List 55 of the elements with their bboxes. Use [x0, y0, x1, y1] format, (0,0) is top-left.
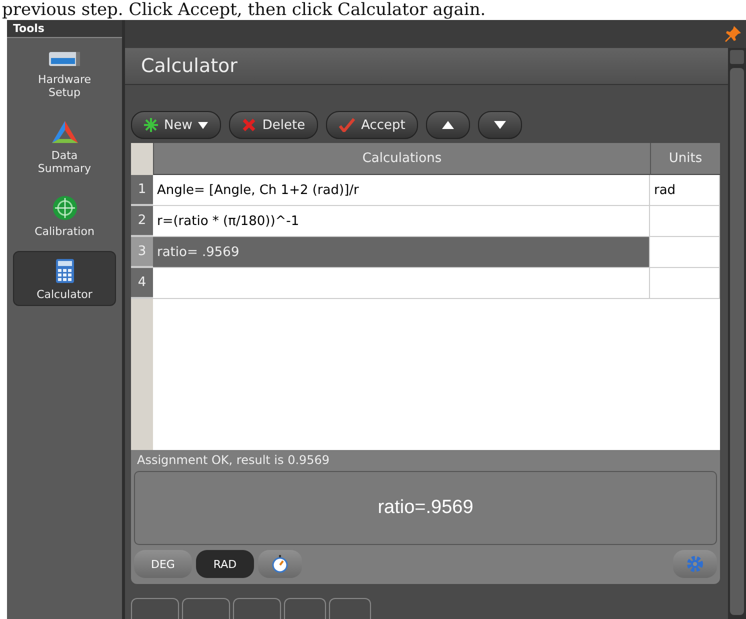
calculator-icon: [54, 258, 74, 284]
crosshair-icon: [52, 195, 78, 221]
units-cell[interactable]: rad: [650, 175, 720, 206]
panel-title: Calculator: [125, 48, 728, 85]
device-icon: [48, 49, 82, 69]
checkmark-icon: [339, 118, 356, 132]
row-number[interactable]: 2: [131, 206, 153, 237]
calculation-cell[interactable]: ratio= .9569: [153, 237, 650, 268]
asterisk-icon: [144, 118, 158, 132]
sidebar-title: Tools: [7, 20, 122, 38]
stopwatch-button[interactable]: [258, 550, 302, 578]
calculation-cell[interactable]: [153, 268, 650, 299]
units-cell[interactable]: [650, 206, 720, 237]
tab[interactable]: [233, 598, 281, 619]
tab[interactable]: [329, 598, 371, 619]
cross-icon: [242, 118, 256, 132]
move-up-button[interactable]: [426, 111, 470, 139]
tab[interactable]: [131, 598, 179, 619]
delete-button[interactable]: Delete: [229, 111, 318, 139]
header-corner: [131, 143, 153, 175]
settings-icon: [686, 555, 704, 573]
caret-icon: [198, 122, 208, 128]
calculation-cell[interactable]: r=(ratio * (π/180))^-1: [153, 206, 650, 237]
units-cell[interactable]: [650, 237, 720, 268]
sidebar-item[interactable]: Hardware Setup: [13, 42, 116, 104]
accept-button[interactable]: Accept: [326, 111, 418, 139]
sidebar-item[interactable]: Data Summary: [13, 112, 116, 180]
row-number[interactable]: 1: [131, 175, 153, 206]
tab[interactable]: [182, 598, 230, 619]
angle-mode-button[interactable]: RAD: [196, 550, 254, 578]
down-arrow-icon: [494, 121, 506, 129]
scroll-thumb[interactable]: [730, 68, 744, 615]
triangle-icon: [50, 119, 80, 145]
units-cell[interactable]: [650, 268, 720, 299]
sidebar-item[interactable]: Calibration: [13, 188, 116, 243]
move-down-button[interactable]: [478, 111, 522, 139]
column-header[interactable]: Units: [650, 143, 720, 175]
sidebar-label: Data Summary: [36, 149, 92, 175]
sidebar-label: Calibration: [34, 225, 94, 238]
sidebar-item[interactable]: Calculator: [13, 251, 116, 306]
up-arrow-icon: [442, 121, 454, 129]
sidebar-label: Calculator: [36, 288, 92, 301]
tab[interactable]: [284, 598, 326, 619]
calculation-cell[interactable]: Angle= [Angle, Ch 1+2 (rad)]/r: [153, 175, 650, 206]
new-button[interactable]: New: [131, 111, 222, 139]
column-header[interactable]: Calculations: [153, 143, 650, 175]
instruction-text: previous step. Click Accept, then click Calculator again.: [2, 0, 486, 20]
stopwatch-icon: [272, 555, 288, 573]
angle-mode-button[interactable]: DEG: [134, 550, 192, 578]
pin-icon[interactable]: [724, 25, 742, 43]
result-display: ratio=.9569: [134, 471, 717, 545]
settings-button[interactable]: [673, 550, 717, 578]
sidebar-label: Hardware Setup: [36, 73, 92, 99]
status-message: Assignment OK, result is 0.9569: [131, 450, 720, 469]
row-number[interactable]: 4: [131, 268, 153, 299]
